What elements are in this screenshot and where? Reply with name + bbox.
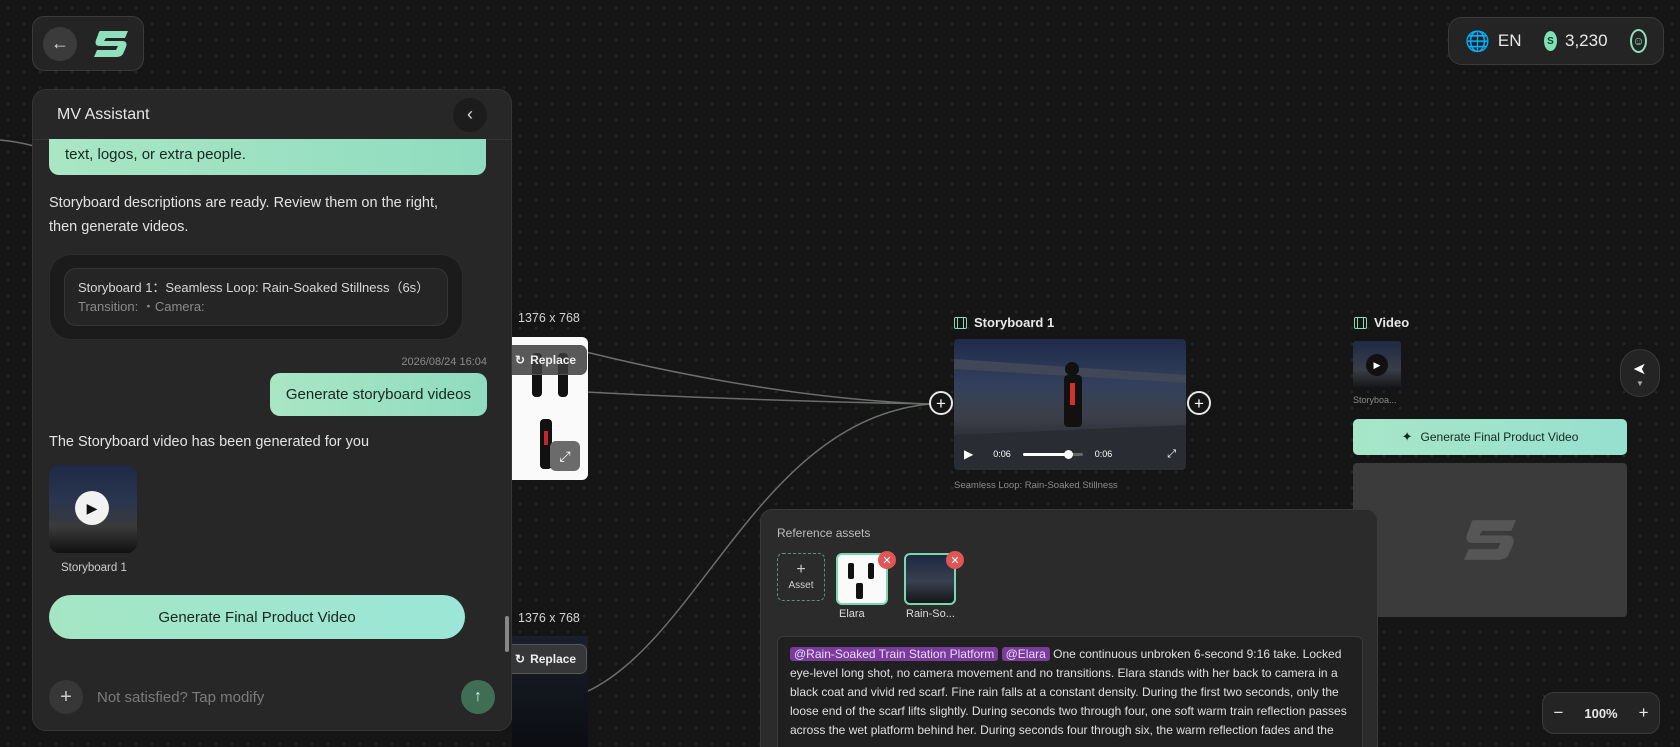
reference-assets-panel: Reference assets + Asset ✕ Elara ✕ Rain-… <box>760 509 1378 747</box>
replace-label: Replace <box>530 652 577 666</box>
progress-track[interactable] <box>1022 449 1083 459</box>
storyboard-summary-meta: Transition: ・Camera: <box>78 299 205 314</box>
message-timestamp: 2026/08/24 16:04 <box>401 356 487 368</box>
chat-input-bar: + Not satisfied? Tap modify ↑ <box>49 674 495 720</box>
asset-elara-remove-icon[interactable]: ✕ <box>878 551 896 569</box>
plus-icon: + <box>796 561 806 578</box>
storyboard-video-player[interactable]: ▶ 0:06 0:06 ⤢ <box>954 339 1186 470</box>
image-node-2-size: 1376 x 768 <box>518 611 580 625</box>
image-node-1-replace-button[interactable]: ↻ Replace <box>512 345 588 375</box>
prompt-textarea[interactable]: @Rain-Soaked Train Station Platform @Ela… <box>777 636 1363 747</box>
video-node-title: Video <box>1354 315 1409 330</box>
final-video-placeholder <box>1353 463 1627 617</box>
attach-plus-icon[interactable]: + <box>49 680 83 714</box>
chat-scrollbar[interactable] <box>505 616 509 652</box>
storyboard-summary-title: Storyboard 1：Seamless Loop: Rain-Soaked … <box>78 280 430 295</box>
generate-final-video-label: Generate Final Product Video <box>158 608 356 626</box>
total-time: 0:06 <box>1094 449 1113 459</box>
user-bubble-text: Generate storyboard videos <box>285 386 471 403</box>
prompt-tag-character[interactable]: @Elara <box>1001 647 1050 661</box>
storyboard-video-thumb[interactable]: ▶ <box>49 465 137 553</box>
progress-knob[interactable] <box>1063 449 1073 459</box>
refresh-icon: ↻ <box>515 652 526 666</box>
user-bubble-generate: Generate storyboard videos <box>269 373 487 416</box>
user-avatar-icon[interactable]: ☺ <box>1630 29 1647 53</box>
cursor-arrow-icon: ➤ <box>1633 360 1647 378</box>
credits-count: 3,230 <box>1564 31 1608 50</box>
zoom-out-icon[interactable]: − <box>1553 703 1563 723</box>
chat-input[interactable]: Not satisfied? Tap modify <box>97 689 264 706</box>
send-arrow-icon[interactable]: ↑ <box>461 680 495 714</box>
replace-label: Replace <box>530 353 577 367</box>
image-node-2-replace-button[interactable]: ↻ Replace <box>512 644 588 674</box>
top-left-toolbar: ← <box>32 16 144 71</box>
fullscreen-icon[interactable]: ⤢ <box>1167 448 1176 461</box>
prompt-tag-location[interactable]: @Rain-Soaked Train Station Platform <box>790 647 999 661</box>
video-node-generate-button[interactable]: ✦ Generate Final Product Video <box>1353 419 1627 455</box>
storyboard-node-title-text: Storyboard 1 <box>974 315 1055 330</box>
collapse-chevron-icon[interactable]: ‹ <box>453 97 487 132</box>
expand-icon[interactable]: ⤢ <box>550 441 580 471</box>
asset-rain-soaked-name: Rain-So... <box>906 608 955 620</box>
video-node-title-text: Video <box>1374 315 1410 330</box>
zoom-level: 100% <box>1584 705 1618 721</box>
assistant-message-ready: Storyboard descriptions are ready. Revie… <box>49 195 439 235</box>
select-tool-button[interactable]: ➤ ▼ <box>1620 349 1660 397</box>
user-bubble-previous: text, logos, or extra people. <box>49 139 486 175</box>
storyboard-node-title: Storyboard 1 <box>954 315 1054 330</box>
thumb-label: Storyboard 1 <box>61 562 127 574</box>
storyboard-input-plus-icon[interactable]: + <box>929 391 953 415</box>
progress-fill <box>1022 452 1068 456</box>
video-node-generate-label: Generate Final Product Video <box>1420 430 1579 444</box>
video-thumb-play-icon[interactable]: ▶ <box>1366 354 1388 376</box>
chevron-down-icon: ▼ <box>1636 378 1644 388</box>
language-label[interactable]: EN <box>1498 31 1522 51</box>
current-time: 0:06 <box>993 449 1011 459</box>
back-arrow-icon[interactable]: ← <box>43 26 77 61</box>
storyboard-node-caption: Seamless Loop: Rain-Soaked Stillness <box>954 480 1118 491</box>
globe-icon[interactable]: 🌐 <box>1465 29 1490 54</box>
film-icon <box>954 316 967 329</box>
add-asset-button[interactable]: + Asset <box>777 553 825 601</box>
prev-bubble-text: text, logos, or extra people. <box>65 146 246 163</box>
assistant-title: MV Assistant <box>57 105 150 123</box>
film-icon <box>1354 316 1367 329</box>
add-asset-label: Asset <box>788 580 814 591</box>
storyboard-summary-card[interactable]: Storyboard 1：Seamless Loop: Rain-Soaked … <box>49 254 463 340</box>
asset-rain-soaked-remove-icon[interactable]: ✕ <box>946 551 964 569</box>
image-node-2[interactable]: ↻ Replace <box>512 636 588 747</box>
image-node-1[interactable]: ↻ Replace ⤢ <box>512 337 588 480</box>
storyboard-output-plus-icon[interactable]: + <box>1187 391 1211 415</box>
brand-logo <box>91 27 131 61</box>
player-controls: ▶ 0:06 0:06 ⤢ <box>954 441 1186 467</box>
asset-elara-name: Elara <box>839 608 865 620</box>
thumb-play-icon[interactable]: ▶ <box>75 491 109 525</box>
play-icon[interactable]: ▶ <box>964 447 973 461</box>
assistant-panel: MV Assistant ‹ text, logos, or extra peo… <box>32 89 512 731</box>
image-node-1-size: 1376 x 768 <box>518 311 580 325</box>
zoom-control: − 100% + <box>1542 692 1660 734</box>
video-node-thumb[interactable]: ▶ <box>1353 341 1401 389</box>
storyboard-summary-inner: Storyboard 1：Seamless Loop: Rain-Soaked … <box>64 268 448 326</box>
top-right-toolbar: 🌐 EN S 3,230 ☺ <box>1448 17 1664 65</box>
assistant-message-generated: The Storyboard video has been generated … <box>49 434 370 450</box>
video-thumb-caption: Storyboa... <box>1353 395 1397 405</box>
reference-assets-title: Reference assets <box>777 526 871 540</box>
credits-coin-icon: S <box>1544 31 1557 51</box>
assistant-header: MV Assistant ‹ <box>33 90 511 140</box>
placeholder-logo <box>1464 520 1516 560</box>
generate-final-video-button[interactable]: Generate Final Product Video <box>49 595 465 639</box>
sparkle-icon: ✦ <box>1401 429 1413 444</box>
refresh-icon: ↻ <box>515 353 526 367</box>
zoom-in-icon[interactable]: + <box>1639 703 1649 723</box>
